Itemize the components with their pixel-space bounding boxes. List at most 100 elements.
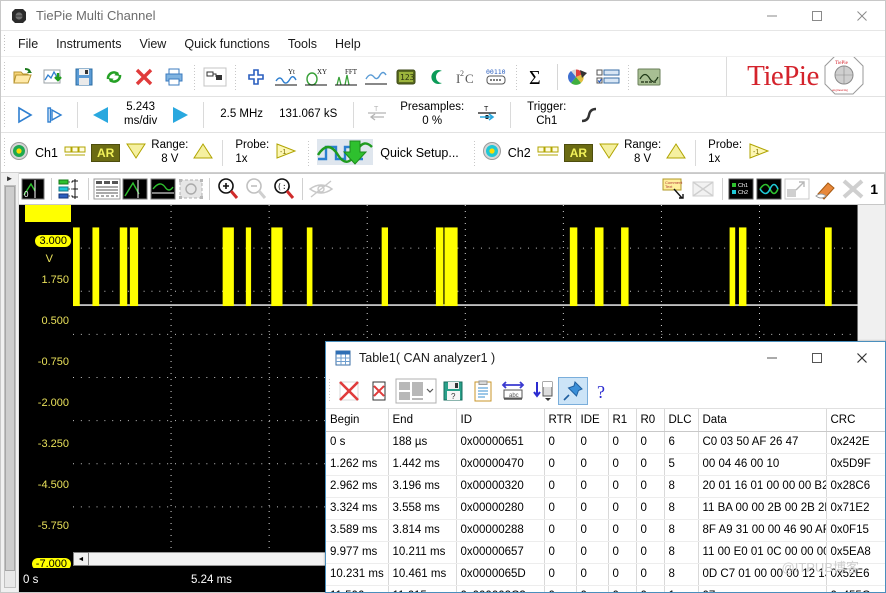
range-field-ch2[interactable]: Range: 8 V — [620, 139, 665, 165]
generator-icon[interactable] — [634, 62, 664, 92]
range-up-icon[interactable] — [665, 141, 687, 164]
menu-instruments[interactable]: Instruments — [47, 34, 130, 54]
table-row[interactable]: 1.262 ms1.442 ms0x000004700000500 04 46 … — [326, 453, 885, 475]
quick-setup-label[interactable]: Quick Setup... — [380, 146, 459, 160]
table-minimize-button[interactable] — [749, 343, 794, 373]
add-comment-icon[interactable]: Comment Text — [662, 176, 690, 202]
menu-help[interactable]: Help — [326, 34, 370, 54]
close-graph-icon[interactable] — [839, 176, 867, 202]
table-column-header-rtr[interactable]: RTR — [544, 409, 576, 431]
can-table-wrapper[interactable]: BeginEndIDRTRIDER1R0DLCDataCRC 0 s188 µs… — [326, 409, 885, 592]
sum-icon[interactable]: Σ — [522, 62, 552, 92]
scroll-left-icon[interactable]: ◄ — [73, 552, 89, 566]
channel-legend-icon[interactable]: Ch1 Ch2 — [727, 176, 755, 202]
coupling-dc-icon[interactable] — [64, 144, 86, 161]
sample-rate-value[interactable]: 2.5 MHz — [212, 108, 271, 122]
table-row[interactable]: 9.977 ms10.211 ms0x000006570000811 00 E0… — [326, 541, 885, 563]
table-column-header-dlc[interactable]: DLC — [664, 409, 698, 431]
menu-tools[interactable]: Tools — [279, 34, 326, 54]
channel-led-ch2[interactable] — [482, 141, 502, 164]
copy-to-clipboard-icon[interactable] — [468, 377, 498, 405]
table-column-header-data[interactable]: Data — [698, 409, 826, 431]
table-column-header-crc[interactable]: CRC — [826, 409, 885, 431]
can-analyzer-icon[interactable] — [421, 62, 451, 92]
range-down-icon[interactable] — [598, 141, 620, 164]
decrease-timebase-icon[interactable] — [86, 100, 116, 130]
range-field-ch1[interactable]: Range: 8 V — [147, 139, 192, 165]
table-row[interactable]: 3.589 ms3.814 ms0x00000288000088F A9 31 … — [326, 519, 885, 541]
table-column-header-ide[interactable]: IDE — [576, 409, 608, 431]
coupling-dc-icon[interactable] — [537, 144, 559, 161]
clear-selection-icon[interactable] — [364, 377, 394, 405]
hide-icon[interactable] — [307, 176, 335, 202]
minimize-button[interactable] — [749, 1, 794, 31]
can-message-table[interactable]: BeginEndIDRTRIDER1R0DLCDataCRC 0 s188 µs… — [326, 409, 885, 592]
legend-table-icon[interactable] — [93, 176, 121, 202]
scrollbar-thumb[interactable] — [5, 186, 15, 571]
presamples-field[interactable]: Presamples: 0 % — [392, 101, 472, 129]
zoom-in-icon[interactable] — [214, 176, 242, 202]
zoom-reset-icon[interactable]: (:) — [270, 176, 298, 202]
yt-graph-icon[interactable]: Yt — [271, 62, 301, 92]
trigger-slope-rising-icon[interactable] — [574, 100, 604, 130]
increase-timebase-icon[interactable] — [165, 100, 195, 130]
table-maximize-button[interactable] — [794, 343, 839, 373]
show-grid-icon[interactable] — [121, 176, 149, 202]
selection-box-icon[interactable] — [177, 176, 205, 202]
meter-icon[interactable]: 123 — [391, 62, 421, 92]
table-row[interactable]: 10.231 ms10.461 ms0x0000065D000080D C7 0… — [326, 563, 885, 585]
pin-icon[interactable] — [558, 377, 588, 405]
scroll-to-bottom-icon[interactable] — [528, 377, 558, 405]
channel-offsets-icon[interactable] — [56, 176, 84, 202]
delete-comment-icon[interactable] — [690, 176, 718, 202]
eraser-icon[interactable] — [811, 176, 839, 202]
probe-gain-icon[interactable]: -1 — [273, 141, 299, 164]
table-column-header-end[interactable]: End — [388, 409, 456, 431]
i2c-analyzer-icon[interactable]: I 2 C — [451, 62, 481, 92]
channel-led-ch1[interactable] — [9, 141, 29, 164]
serial-analyzer-icon[interactable]: 00110 — [481, 62, 511, 92]
timebase-value[interactable]: 5.243 ms/div — [116, 101, 165, 129]
autorange-toggle-ch2[interactable]: AR — [564, 144, 593, 162]
vertical-scrollbar-outer[interactable]: ► — [1, 173, 19, 592]
table-row[interactable]: 0 s188 µs0x0000065100006C0 03 50 AF 26 4… — [326, 431, 885, 453]
probe-field-ch1[interactable]: Probe: 1x — [231, 139, 273, 165]
play-icon[interactable] — [9, 100, 39, 130]
spectrum-icon[interactable] — [361, 62, 391, 92]
autorange-toggle-ch1[interactable]: AR — [91, 144, 120, 162]
table-column-header-begin[interactable]: Begin — [326, 409, 388, 431]
clear-all-icon[interactable] — [334, 377, 364, 405]
color-palette-icon[interactable] — [563, 62, 593, 92]
object-tree-icon[interactable] — [200, 62, 230, 92]
pretrigger-icon[interactable]: T — [362, 100, 392, 130]
channel-list-icon[interactable] — [593, 62, 623, 92]
fft-graph-icon[interactable]: FFT — [331, 62, 361, 92]
table-column-header-r0[interactable]: R0 — [636, 409, 664, 431]
menu-file[interactable]: File — [9, 34, 47, 54]
cursor-zero-icon[interactable]: 0 — [19, 176, 47, 202]
autoscale-icon[interactable] — [149, 176, 177, 202]
record-length-value[interactable]: 131.067 kS — [271, 108, 345, 122]
close-button[interactable] — [839, 1, 885, 31]
menu-view[interactable]: View — [130, 34, 175, 54]
step-icon[interactable] — [39, 100, 69, 130]
y-tick-max[interactable]: 3.000 — [35, 235, 71, 247]
table-column-header-r1[interactable]: R1 — [608, 409, 636, 431]
menu-quick-functions[interactable]: Quick functions — [175, 34, 278, 54]
table-close-button[interactable] — [839, 343, 885, 373]
save-as-icon[interactable]: ? — [438, 377, 468, 405]
refresh-icon[interactable] — [99, 62, 129, 92]
add-icon[interactable] — [241, 62, 271, 92]
export-region-icon[interactable] — [783, 176, 811, 202]
delete-icon[interactable] — [129, 62, 159, 92]
probe-field-ch2[interactable]: Probe: 1x — [704, 139, 746, 165]
import-graph-icon[interactable] — [39, 62, 69, 92]
table-column-header-id[interactable]: ID — [456, 409, 544, 431]
quick-setup-icon[interactable] — [316, 135, 374, 170]
trigger-position-icon[interactable]: T — [472, 100, 502, 130]
xy-curve-icon[interactable] — [755, 176, 783, 202]
table-row[interactable]: 2.962 ms3.196 ms0x000003200000820 01 16 … — [326, 475, 885, 497]
trigger-source-field[interactable]: Trigger: Ch1 — [519, 101, 574, 129]
maximize-button[interactable] — [794, 1, 839, 31]
zoom-out-icon[interactable] — [242, 176, 270, 202]
